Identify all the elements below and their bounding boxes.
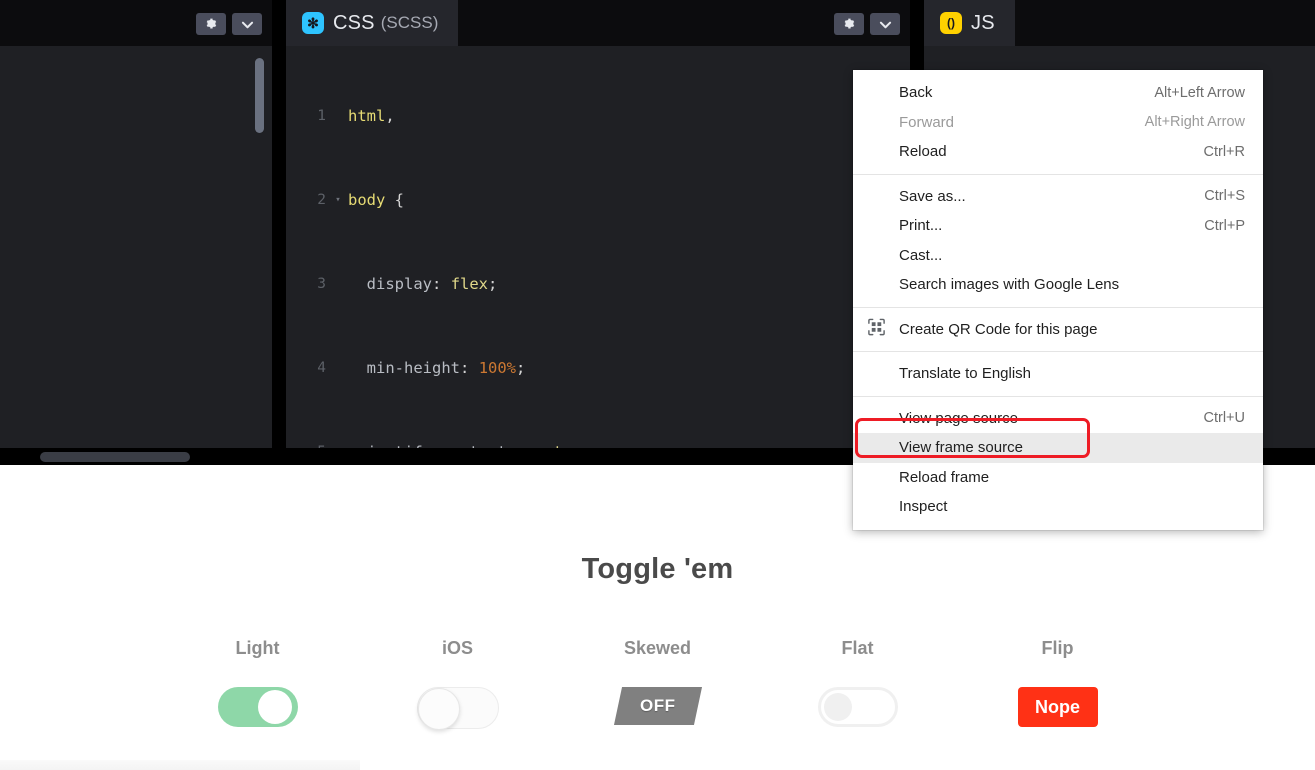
menu-separator <box>853 395 1263 397</box>
toggle-item-flip: Flip Nope <box>998 638 1118 727</box>
tab-js-label: JS <box>971 11 995 34</box>
toggle-label-ios: iOS <box>441 638 473 658</box>
menu-item-label: Create QR Code for this page <box>899 320 1098 338</box>
menu-separator <box>853 173 1263 175</box>
tab-css[interactable]: ✻ CSS (SCSS) <box>286 0 459 46</box>
toggle-knob <box>823 693 852 721</box>
toggle-list: Light iOS Skewed OFF Flat Flip Nope <box>0 638 1315 730</box>
browser-context-menu: Back Alt+Left Arrow Forward Alt+Right Ar… <box>853 70 1263 530</box>
line-number: 2 <box>317 192 326 208</box>
tab-js[interactable]: () JS <box>924 0 1015 46</box>
line-number: 5 <box>286 438 332 448</box>
fold-arrow-icon[interactable]: ▾ <box>332 186 344 214</box>
toggle-switch-light[interactable] <box>217 687 298 727</box>
toggle-item-light: Light <box>198 638 318 727</box>
menu-item-label: Back <box>899 84 933 102</box>
qr-code-icon <box>867 318 886 341</box>
gear-icon[interactable] <box>834 13 864 35</box>
editor-pane-css: ✻ CSS (SCSS) 1 html, 2 ▾ body {3 displa… <box>286 0 910 465</box>
context-menu-item-cast[interactable]: Cast... <box>853 241 1263 271</box>
context-menu-item-inspect[interactable]: Inspect <box>853 492 1263 522</box>
menu-item-label: View frame source <box>899 439 1023 457</box>
editor-tools-css <box>834 13 900 35</box>
menu-item-label: Reload frame <box>899 468 990 486</box>
editor-tools-html <box>196 13 262 35</box>
toggle-label-flip: Flip <box>1041 638 1074 658</box>
code-area-html[interactable]: 1type = "checkbox") 2") 3 4 5e = "checkb… <box>0 46 272 448</box>
menu-item-label: Print... <box>899 217 943 235</box>
editor-hscroll-strip-html <box>0 448 272 465</box>
menu-item-shortcut: Ctrl+S <box>1204 188 1245 205</box>
toggle-knob <box>417 688 460 730</box>
toggle-item-flat: Flat <box>798 638 918 727</box>
context-menu-item-view-page-source[interactable]: View page source Ctrl+U <box>853 404 1263 434</box>
context-menu-item-translate[interactable]: Translate to English <box>853 359 1263 389</box>
menu-item-label: Cast... <box>899 246 943 264</box>
tab-css-label: CSS <box>333 11 375 34</box>
toggle-label-light: Light <box>235 638 280 658</box>
menu-separator <box>853 306 1263 308</box>
toggle-label-flat: Flat <box>841 638 874 658</box>
menu-item-label: Search images with Google Lens <box>899 276 1120 294</box>
menu-item-shortcut: Alt+Left Arrow <box>1154 84 1245 101</box>
context-menu-item-save-as[interactable]: Save as... Ctrl+S <box>853 182 1263 212</box>
toggle-knob <box>257 690 292 724</box>
toggle-switch-flat[interactable] <box>817 687 898 727</box>
editor-vertical-scrollbar[interactable] <box>255 58 264 133</box>
menu-item-shortcut: Ctrl+U <box>1203 410 1246 427</box>
toggle-state-text: Nope <box>1035 696 1080 717</box>
editor-hscroll-strip-css <box>286 448 910 465</box>
toggle-item-skewed: Skewed OFF <box>598 638 718 725</box>
gear-icon[interactable] <box>196 13 226 35</box>
line-number: 3 <box>317 276 326 292</box>
menu-separator <box>853 351 1263 352</box>
toggle-switch-flip[interactable]: Nope <box>1017 687 1098 727</box>
context-menu-item-reload-frame[interactable]: Reload frame <box>853 463 1263 493</box>
preview-bottom-edge <box>0 760 360 770</box>
app-root: 1type = "checkbox") 2") 3 4 5e = "checkb… <box>0 0 1315 770</box>
editor-tabbar-html <box>0 0 272 46</box>
editor-horizontal-scrollbar[interactable] <box>40 452 190 462</box>
chevron-down-icon[interactable] <box>232 13 262 35</box>
tab-css-sublabel: (SCSS) <box>380 13 439 32</box>
css-logo-icon: ✻ <box>302 12 324 34</box>
context-menu-item-reload[interactable]: Reload Ctrl+R <box>853 137 1263 167</box>
context-menu-item-create-qr-code[interactable]: Create QR Code for this page <box>853 315 1263 345</box>
context-menu-item-back[interactable]: Back Alt+Left Arrow <box>853 78 1263 108</box>
line-number: 4 <box>317 360 326 376</box>
menu-item-label: Translate to English <box>899 365 1032 383</box>
context-menu-item-search-images-google-lens[interactable]: Search images with Google Lens <box>853 270 1263 300</box>
js-logo-icon: () <box>940 12 962 34</box>
page-title: Toggle 'em <box>581 553 734 585</box>
editor-tabbar-css: ✻ CSS (SCSS) <box>286 0 910 46</box>
line-number: 1 <box>317 108 326 124</box>
code-area-css[interactable]: 1 html, 2 ▾ body { 3 display: flex; 4 min-h… <box>286 46 910 448</box>
context-menu-item-view-frame-source[interactable]: View frame source <box>853 433 1263 463</box>
editor-tabbar-js: () JS <box>924 0 1315 46</box>
toggle-switch-skewed[interactable]: OFF <box>613 687 702 725</box>
context-menu-item-print[interactable]: Print... Ctrl+P <box>853 211 1263 241</box>
menu-item-label: Forward <box>899 113 955 131</box>
toggle-state-text: OFF <box>639 696 676 715</box>
toggle-label-skewed: Skewed <box>623 638 692 658</box>
menu-item-label: Reload <box>899 143 947 161</box>
menu-item-label: View page source <box>899 409 1018 427</box>
chevron-down-icon[interactable] <box>870 13 900 35</box>
menu-item-shortcut: Alt+Right Arrow <box>1144 114 1245 131</box>
context-menu-item-forward[interactable]: Forward Alt+Right Arrow <box>853 108 1263 138</box>
menu-item-shortcut: Ctrl+P <box>1204 217 1245 234</box>
toggle-item-ios: iOS <box>398 638 518 730</box>
editor-pane-html: 1type = "checkbox") 2") 3 4 5e = "checkb… <box>0 0 272 465</box>
menu-item-label: Save as... <box>899 187 966 205</box>
toggle-switch-ios[interactable] <box>416 687 499 730</box>
menu-item-label: Inspect <box>899 498 948 516</box>
menu-item-shortcut: Ctrl+R <box>1203 143 1246 160</box>
